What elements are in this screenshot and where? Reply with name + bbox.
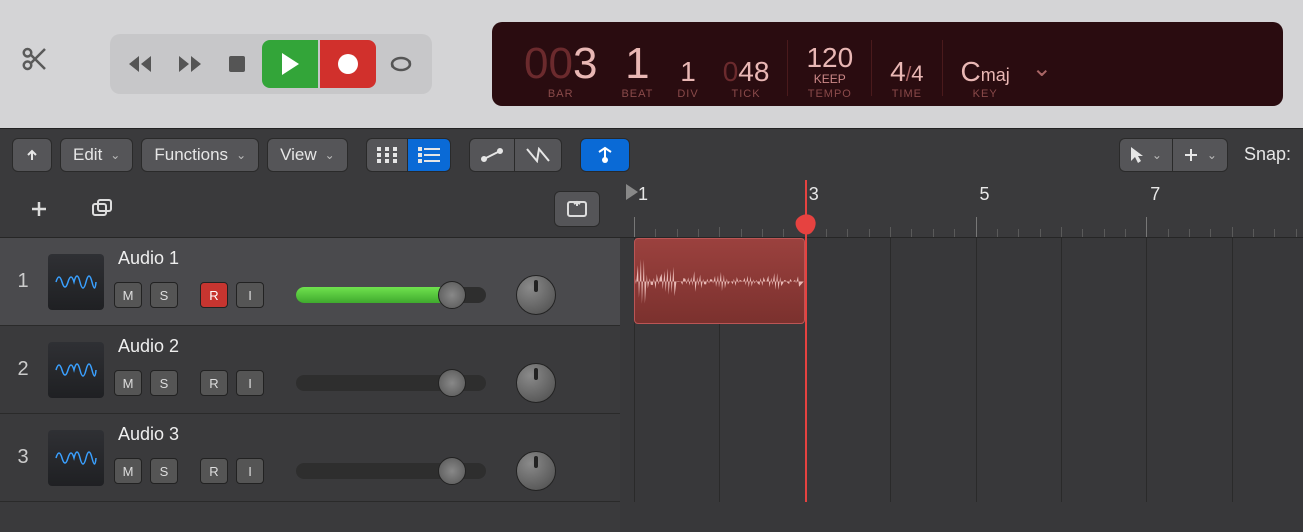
- snap-label: Snap:: [1244, 144, 1291, 165]
- mute-button[interactable]: M: [114, 282, 142, 308]
- track-number: 1: [8, 270, 38, 293]
- volume-slider[interactable]: [296, 287, 486, 303]
- hide-track-headers-button[interactable]: [12, 138, 52, 172]
- track-icon[interactable]: [48, 254, 104, 310]
- lcd-division[interactable]: 1 DIV: [665, 30, 710, 106]
- ruler-bar-number: 5: [980, 184, 990, 205]
- rewind-button[interactable]: [118, 41, 164, 87]
- playhead[interactable]: [805, 180, 807, 502]
- mute-button[interactable]: M: [114, 370, 142, 396]
- ruler-bar-number: 3: [809, 184, 819, 205]
- track-header[interactable]: 1 Audio 1 M S R I: [0, 238, 620, 326]
- arrange-area[interactable]: 1 3 5 7: [620, 180, 1303, 532]
- pan-knob[interactable]: [516, 363, 556, 403]
- solo-button[interactable]: S: [150, 370, 178, 396]
- tracks-menu-bar: Edit⌄ Functions⌄ View⌄ ⌄ ⌄ Snap:: [0, 128, 1303, 180]
- lcd-expand-icon[interactable]: ⌄: [1022, 54, 1062, 83]
- duplicate-track-button[interactable]: [80, 191, 126, 227]
- ruler-bar-number: 7: [1150, 184, 1160, 205]
- functions-menu[interactable]: Functions⌄: [141, 138, 259, 172]
- track-icon[interactable]: [48, 342, 104, 398]
- edit-menu[interactable]: Edit⌄: [60, 138, 133, 172]
- track-header[interactable]: 2 Audio 2 M S R I: [0, 326, 620, 414]
- lcd-tick[interactable]: 048 TICK: [711, 30, 782, 106]
- ruler[interactable]: 1 3 5 7: [620, 180, 1303, 238]
- automation-button[interactable]: [469, 138, 514, 172]
- track-name[interactable]: Audio 2: [114, 336, 612, 357]
- solo-button[interactable]: S: [150, 282, 178, 308]
- input-monitor-button[interactable]: I: [236, 370, 264, 396]
- record-enable-button[interactable]: R: [200, 282, 228, 308]
- mute-button[interactable]: M: [114, 458, 142, 484]
- record-enable-button[interactable]: R: [200, 370, 228, 396]
- catch-playhead-button[interactable]: [580, 138, 630, 172]
- ruler-bar-number: 1: [638, 184, 648, 205]
- pan-knob[interactable]: [516, 275, 556, 315]
- cycle-start-icon[interactable]: [626, 184, 638, 200]
- lcd-time-signature[interactable]: 4/4 TIME: [878, 30, 935, 106]
- track-header-controls: [0, 180, 620, 238]
- stop-button[interactable]: [214, 41, 260, 87]
- list-view-button[interactable]: [407, 138, 451, 172]
- lcd-key[interactable]: Cmaj KEY: [949, 30, 1022, 106]
- audio-region[interactable]: [634, 238, 805, 324]
- pan-knob[interactable]: [516, 451, 556, 491]
- tracks-area: 1 Audio 1 M S R I 2: [0, 180, 1303, 532]
- transport-controls: [110, 34, 432, 94]
- scissors-icon[interactable]: [20, 44, 50, 84]
- pointer-tool-button[interactable]: ⌄: [1119, 138, 1172, 172]
- track-icon[interactable]: [48, 430, 104, 486]
- input-monitor-button[interactable]: I: [236, 458, 264, 484]
- control-bar: 003 BAR 1 BEAT 1 DIV 048 TICK 120 KEEP T…: [0, 0, 1303, 128]
- track-name[interactable]: Audio 1: [114, 248, 612, 269]
- track-number: 3: [8, 446, 38, 469]
- track-number: 2: [8, 358, 38, 381]
- track-headers: 1 Audio 1 M S R I 2: [0, 180, 620, 532]
- flex-button[interactable]: [514, 138, 562, 172]
- record-button[interactable]: [320, 40, 376, 88]
- play-button[interactable]: [262, 40, 318, 88]
- lcd-display: 003 BAR 1 BEAT 1 DIV 048 TICK 120 KEEP T…: [492, 22, 1283, 106]
- forward-button[interactable]: [166, 41, 212, 87]
- alt-tool-button[interactable]: ⌄: [1172, 138, 1228, 172]
- add-track-button[interactable]: [16, 191, 62, 227]
- lcd-tempo[interactable]: 120 KEEP TEMPO: [794, 30, 865, 106]
- cycle-button[interactable]: [378, 41, 424, 87]
- volume-slider[interactable]: [296, 463, 486, 479]
- global-tracks-button[interactable]: [554, 191, 600, 227]
- view-menu[interactable]: View⌄: [267, 138, 348, 172]
- lcd-beat[interactable]: 1 BEAT: [609, 30, 665, 106]
- record-enable-button[interactable]: R: [200, 458, 228, 484]
- track-name[interactable]: Audio 3: [114, 424, 612, 445]
- grid-view-button[interactable]: [366, 138, 407, 172]
- track-header[interactable]: 3 Audio 3 M S R I: [0, 414, 620, 502]
- solo-button[interactable]: S: [150, 458, 178, 484]
- volume-slider[interactable]: [296, 375, 486, 391]
- lcd-bar[interactable]: 003 BAR: [512, 30, 609, 106]
- input-monitor-button[interactable]: I: [236, 282, 264, 308]
